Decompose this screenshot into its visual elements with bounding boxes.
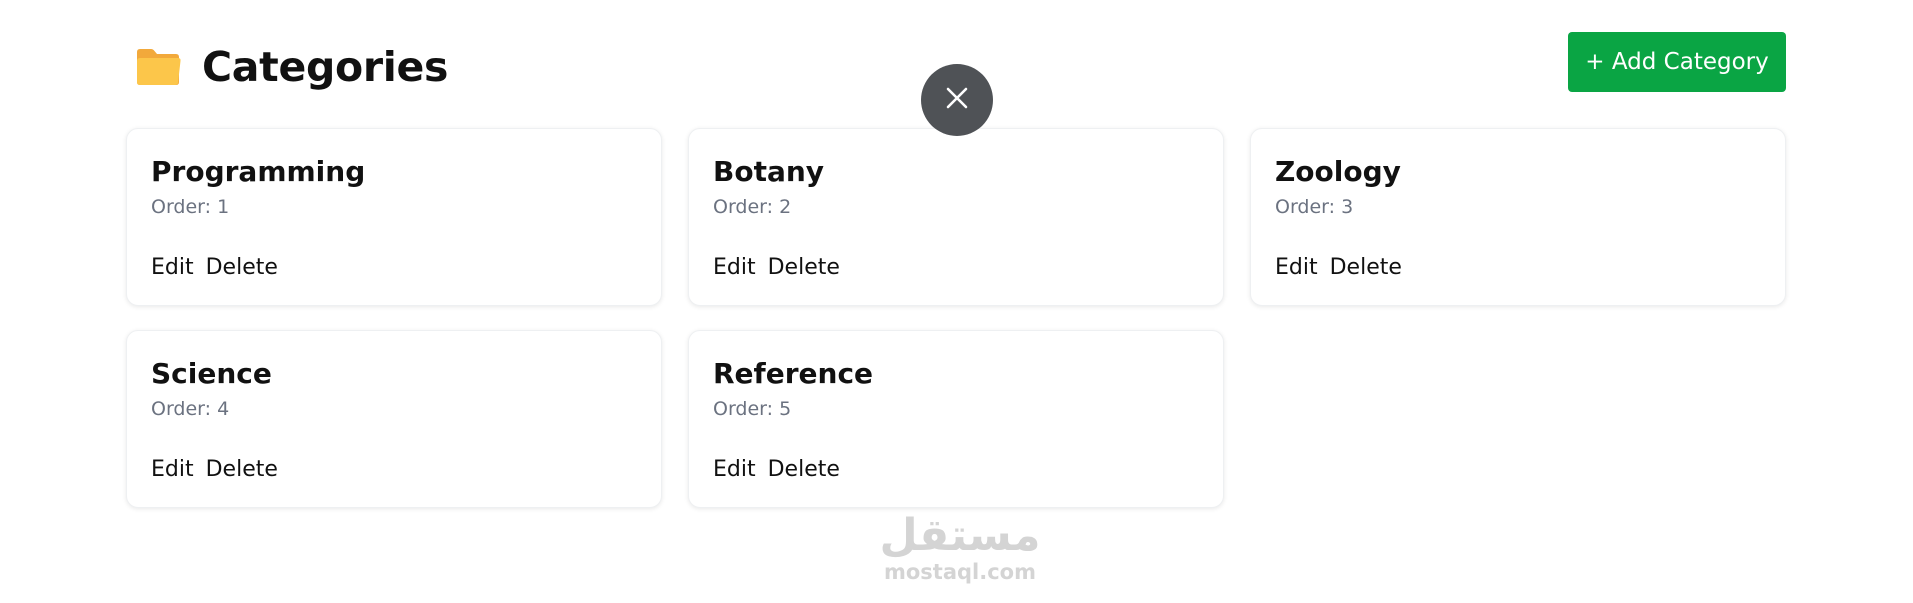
- edit-button[interactable]: Edit: [713, 255, 756, 280]
- close-icon: [945, 86, 969, 115]
- category-order: Order: 5: [713, 398, 792, 420]
- card-actions: Edit Delete: [713, 457, 840, 482]
- edit-button[interactable]: Edit: [713, 457, 756, 482]
- category-name: Botany: [713, 155, 825, 188]
- category-name: Reference: [713, 357, 874, 390]
- category-order: Order: 4: [151, 398, 230, 420]
- card-actions: Edit Delete: [151, 255, 278, 280]
- category-name: Zoology: [1275, 155, 1401, 188]
- close-button[interactable]: [921, 64, 993, 136]
- card-actions: Edit Delete: [713, 255, 840, 280]
- delete-button[interactable]: Delete: [206, 255, 278, 280]
- folder-icon: [134, 46, 182, 88]
- category-card: Botany Order: 2 Edit Delete: [688, 128, 1224, 306]
- add-category-button[interactable]: + Add Category: [1568, 32, 1786, 92]
- category-name: Programming: [151, 155, 366, 188]
- category-order: Order: 3: [1275, 196, 1354, 218]
- category-card: Science Order: 4 Edit Delete: [126, 330, 662, 508]
- delete-button[interactable]: Delete: [206, 457, 278, 482]
- card-actions: Edit Delete: [151, 457, 278, 482]
- watermark-logo: مستقل: [879, 510, 1041, 561]
- categories-page: Categories + Add Category Programming Or…: [0, 0, 1913, 603]
- edit-button[interactable]: Edit: [1275, 255, 1318, 280]
- category-order: Order: 2: [713, 196, 792, 218]
- watermark: مستقل mostaql.com: [870, 510, 1050, 585]
- watermark-domain: mostaql.com: [884, 560, 1036, 584]
- delete-button[interactable]: Delete: [768, 255, 840, 280]
- page-title: Categories: [202, 43, 449, 91]
- delete-button[interactable]: Delete: [1330, 255, 1402, 280]
- category-order: Order: 1: [151, 196, 230, 218]
- category-card: Zoology Order: 3 Edit Delete: [1250, 128, 1786, 306]
- category-grid: Programming Order: 1 Edit Delete Botany …: [126, 128, 1788, 508]
- card-actions: Edit Delete: [1275, 255, 1402, 280]
- delete-button[interactable]: Delete: [768, 457, 840, 482]
- category-name: Science: [151, 357, 272, 390]
- edit-button[interactable]: Edit: [151, 457, 194, 482]
- category-card: Reference Order: 5 Edit Delete: [688, 330, 1224, 508]
- edit-button[interactable]: Edit: [151, 255, 194, 280]
- title-group: Categories: [134, 43, 448, 91]
- category-card: Programming Order: 1 Edit Delete: [126, 128, 662, 306]
